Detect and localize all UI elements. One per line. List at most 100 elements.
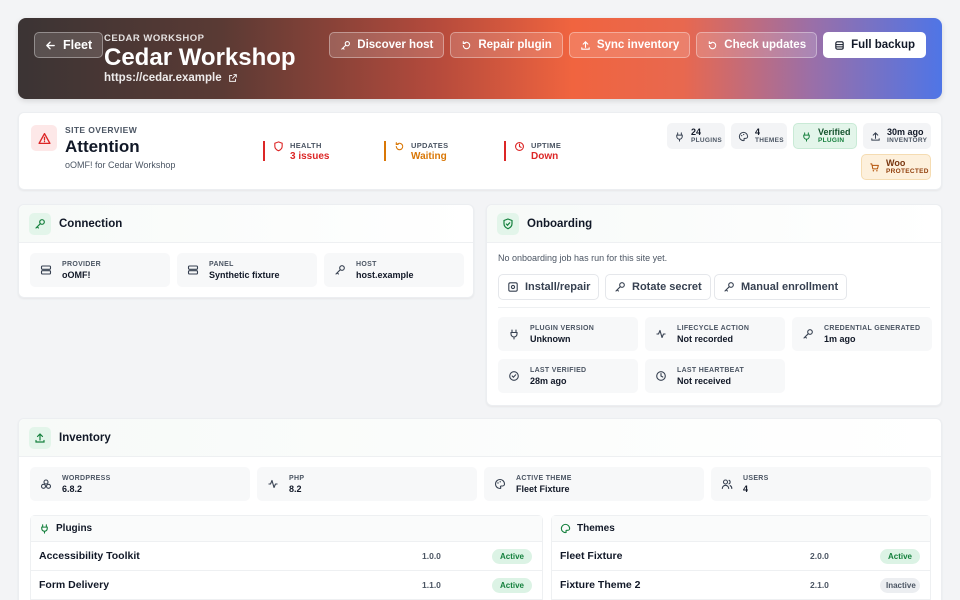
plugins-list: Plugins Accessibility Toolkit 1.0.0 Acti… [30, 515, 543, 600]
active-theme-label: ACTIVE THEME [516, 474, 572, 482]
last-verified-value: 28m ago [530, 375, 567, 386]
themes-count: 4 [755, 127, 761, 137]
header-actions: Discover host Repair plugin Sync invento… [329, 32, 926, 58]
plugin-verified-pill: Verified PLUGIN [793, 123, 857, 149]
health-label: HEALTH [290, 141, 322, 150]
shield-icon [273, 141, 284, 152]
host-tile: HOST host.example [324, 253, 464, 287]
discover-host-label: Discover host [357, 39, 434, 51]
plugin-version-tile: PLUGIN VERSION Unknown [498, 317, 638, 351]
server-icon [187, 264, 199, 276]
server-icon [40, 264, 52, 276]
table-row[interactable]: Form Delivery 1.1.0 Active [31, 571, 542, 600]
onboarding-header: Onboarding [487, 205, 941, 243]
panel-value: Synthetic fixture [209, 269, 280, 280]
themes-count-label: THEMES [755, 137, 784, 144]
last-verified-label: LAST VERIFIED [530, 366, 587, 374]
palette-icon [494, 478, 506, 490]
upload-icon [580, 40, 591, 51]
manual-enrollment-label: Manual enrollment [741, 281, 839, 293]
inventory-header: Inventory [19, 419, 941, 457]
repair-plugin-button[interactable]: Repair plugin [450, 32, 563, 58]
install-repair-button[interactable]: Install/repair [498, 274, 600, 300]
check-updates-button[interactable]: Check updates [696, 32, 818, 58]
alert-triangle-icon [31, 125, 57, 151]
connection-header: Connection [19, 205, 473, 243]
clock-icon [655, 370, 667, 382]
full-backup-button[interactable]: Full backup [823, 32, 926, 58]
sync-inventory-button[interactable]: Sync inventory [568, 32, 691, 58]
overview-eyebrow: SITE OVERVIEW [65, 125, 138, 135]
updates-value: Waiting [411, 151, 447, 162]
site-url: https://cedar.example [104, 72, 222, 84]
themes-list-header: Themes [552, 516, 930, 542]
themes-count-pill: 4 THEMES [731, 123, 787, 149]
wordpress-icon [40, 478, 52, 490]
back-to-fleet-button[interactable]: Fleet [34, 32, 104, 58]
updates-label: UPDATES [411, 141, 449, 150]
health-stat: HEALTH 3 issues [263, 141, 329, 162]
panel-label: PANEL [209, 260, 234, 268]
rotate-secret-label: Rotate secret [632, 281, 702, 293]
credential-generated-value: 1m ago [824, 333, 856, 344]
activity-icon [655, 328, 667, 340]
lifecycle-action-label: LIFECYCLE ACTION [677, 324, 750, 332]
uptime-label: UPTIME [531, 141, 562, 150]
users-value: 4 [743, 483, 749, 494]
last-heartbeat-value: Not received [677, 375, 732, 386]
uptime-stat: UPTIME Down [504, 141, 562, 162]
last-heartbeat-label: LAST HEARTBEAT [677, 366, 745, 374]
provider-label: PROVIDER [62, 260, 101, 268]
key-icon [334, 264, 346, 276]
users-icon [721, 478, 733, 490]
table-row[interactable]: Accessibility Toolkit 1.0.0 Active [31, 542, 542, 571]
install-repair-label: Install/repair [525, 281, 591, 293]
manual-enrollment-button[interactable]: Manual enrollment [714, 274, 848, 300]
inventory-age-label: INVENTORY [887, 137, 928, 144]
site-url-link[interactable]: https://cedar.example [104, 72, 238, 84]
woo-value: Woo [886, 158, 906, 168]
active-theme-value: Fleet Fixture [516, 483, 570, 494]
table-row[interactable]: Fixture Theme 2 2.1.0 Inactive [552, 571, 930, 600]
inventory-title: Inventory [59, 431, 111, 444]
key-icon [29, 212, 51, 235]
connection-card: Connection PROVIDER oOMF! PANEL Synthetic … [18, 204, 474, 298]
full-backup-label: Full backup [851, 39, 915, 51]
status-badge: Inactive [880, 577, 920, 593]
refresh-icon [461, 40, 472, 51]
connection-title: Connection [59, 217, 123, 230]
lifecycle-action-tile: LIFECYCLE ACTION Not recorded [645, 317, 785, 351]
site-header: Fleet CEDAR WORKSHOP Cedar Workshop http… [18, 18, 942, 99]
php-label: PHP [289, 474, 305, 482]
rotate-secret-button[interactable]: Rotate secret [605, 274, 711, 300]
plugins-count-pill: 24 PLUGINS [667, 123, 725, 149]
plugin-version: 1.0.0 [422, 551, 441, 561]
wordpress-value: 6.8.2 [62, 483, 83, 494]
refresh-icon [394, 141, 405, 152]
provider-value: oOMF! [62, 269, 91, 280]
onboarding-message: No onboarding job has run for this site … [498, 253, 668, 263]
palette-icon [560, 523, 571, 534]
cart-icon [869, 162, 880, 173]
last-heartbeat-tile: LAST HEARTBEAT Not received [645, 359, 785, 393]
last-verified-tile: LAST VERIFIED 28m ago [498, 359, 638, 393]
discover-host-button[interactable]: Discover host [329, 32, 445, 58]
table-row[interactable]: Fleet Fixture 2.0.0 Active [552, 542, 930, 571]
database-icon [834, 40, 845, 51]
inventory-age-pill: 30m ago INVENTORY [863, 123, 931, 149]
plugin-name: Accessibility Toolkit [39, 550, 140, 562]
overview-subtitle: oOMF! for Cedar Workshop [65, 160, 176, 170]
plugins-count: 24 [691, 127, 702, 137]
key-icon [723, 281, 735, 293]
activity-icon [267, 478, 279, 490]
users-tile: USERS 4 [711, 467, 931, 501]
plugins-count-label: PLUGINS [691, 137, 722, 144]
inventory-age-value: 30m ago [887, 127, 924, 137]
site-eyebrow: CEDAR WORKSHOP [104, 33, 205, 44]
key-icon [802, 328, 814, 340]
plug-icon [39, 523, 50, 534]
php-tile: PHP 8.2 [257, 467, 477, 501]
plug-icon [801, 131, 812, 142]
status-badge: Active [880, 548, 920, 564]
woo-protected-pill: Woo PROTECTED [861, 154, 931, 180]
